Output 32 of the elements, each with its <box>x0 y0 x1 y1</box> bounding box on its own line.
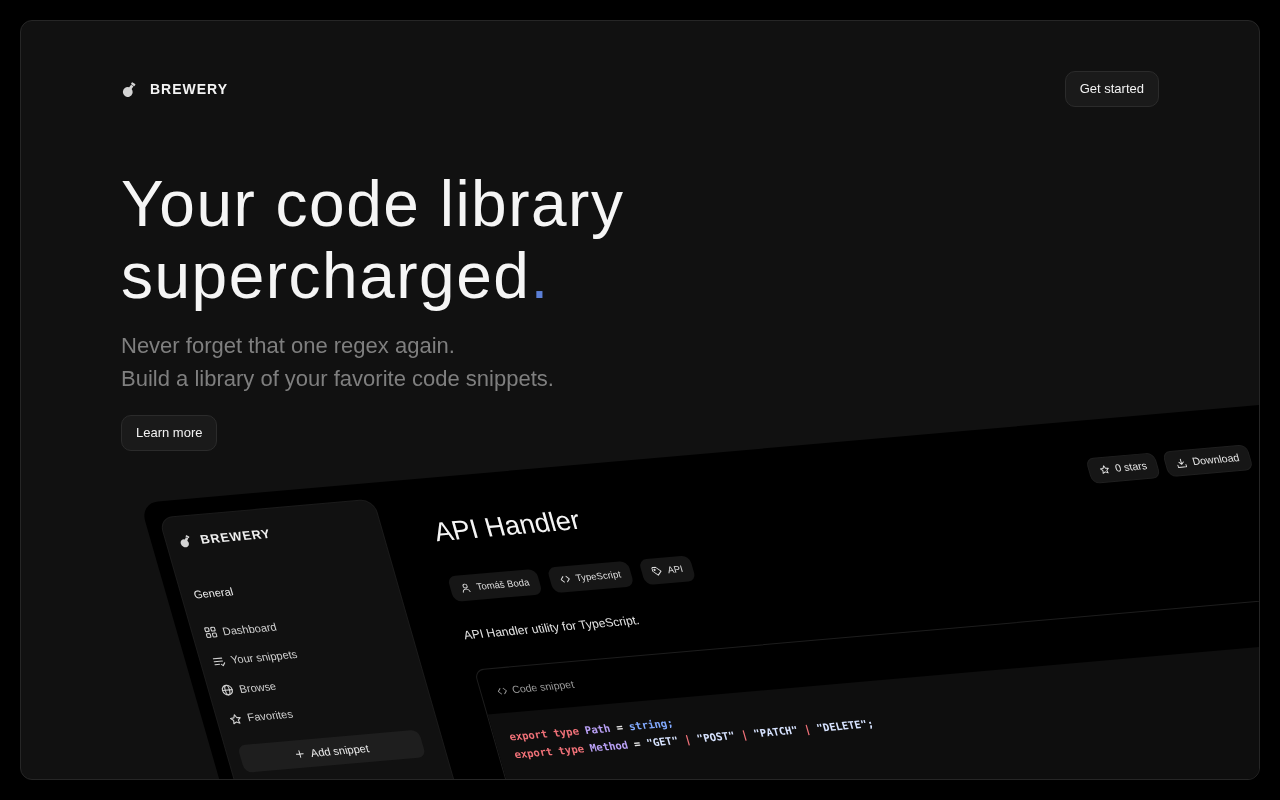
code-icon <box>495 685 509 696</box>
brand-name: BREWERY <box>197 525 274 549</box>
flask-icon <box>121 80 138 98</box>
snippet-description: API Handler utility for TypeScript. <box>461 612 642 644</box>
tag-label: TypeScript <box>574 567 623 586</box>
brand-name: BREWERY <box>150 79 229 99</box>
person-icon <box>459 582 472 594</box>
get-started-button[interactable]: Get started <box>1064 71 1159 107</box>
download-icon <box>1175 457 1189 469</box>
tag-icon <box>650 565 663 577</box>
snippet-title: API Handler <box>429 504 585 550</box>
tag-label: Tomáš Boda <box>474 575 532 594</box>
sidebar-item[interactable]: Browse <box>218 676 279 701</box>
code-icon <box>558 573 572 585</box>
grid-icon <box>203 625 219 639</box>
globe-icon <box>219 683 235 697</box>
add-snippet-button[interactable]: Add snippet <box>237 729 427 773</box>
sidebar-item[interactable]: Favorites <box>226 704 296 730</box>
hero-subtitle: Never forget that one regex again. <box>121 332 455 360</box>
hero-subtitle: Build a library of your favorite code snippets. <box>121 365 554 393</box>
star-icon <box>227 712 244 726</box>
section-label: General <box>191 584 236 603</box>
code-card-title: Code snippet <box>509 676 577 697</box>
star-icon <box>1098 464 1111 476</box>
sidebar-item[interactable]: Dashboard <box>202 616 280 643</box>
plus-icon <box>293 748 307 760</box>
download-button[interactable]: Download <box>1162 444 1254 478</box>
learn-more-button[interactable]: Learn more <box>121 415 218 451</box>
tag-label: API <box>665 561 685 578</box>
list-icon <box>211 654 227 668</box>
sidebar-item[interactable]: Your snippets <box>210 644 300 672</box>
hero-title: Your code library supercharged. <box>121 168 625 312</box>
